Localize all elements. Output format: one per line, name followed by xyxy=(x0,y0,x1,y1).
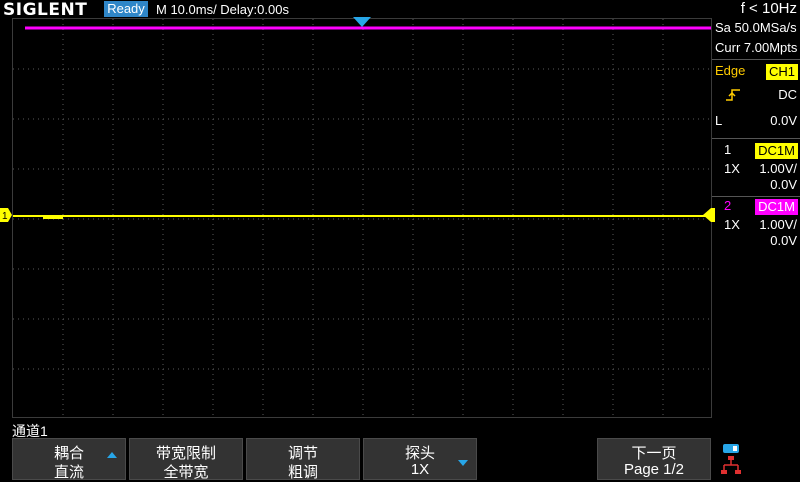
ch1-scale: 1.00V/ xyxy=(759,161,797,176)
next-page-softkey[interactable]: 下一页 Page 1/2 xyxy=(597,438,711,480)
probe-softkey[interactable]: 探头 1X xyxy=(363,438,477,480)
down-arrow-icon xyxy=(458,460,468,466)
panel-divider xyxy=(712,196,800,197)
ch1-number: 1 xyxy=(724,142,732,157)
trigger-info[interactable]: Edge CH1 DC L 0.0V xyxy=(712,61,800,136)
trigger-source-badge: CH1 xyxy=(765,64,798,80)
softkey-value: 直流 xyxy=(53,464,84,481)
ch2-header-row: 2 DC1M xyxy=(712,198,800,216)
trace-layer xyxy=(13,26,711,219)
coupling-softkey[interactable]: 耦合 直流 xyxy=(12,438,126,481)
ch1-header-row: 1 DC1M xyxy=(712,142,800,160)
ch1-offset-row: 0.0V xyxy=(712,177,800,195)
ch2-number: 2 xyxy=(724,198,732,213)
trigger-level: 0.0V xyxy=(770,113,797,128)
trigger-type: Edge xyxy=(715,63,746,78)
sample-rate-row: Sa 50.0MSa/s xyxy=(712,20,800,38)
brand-logo: SIGLENT xyxy=(3,0,88,20)
ch1-offset-marker[interactable]: 1 xyxy=(0,208,12,222)
trigger-position-marker[interactable] xyxy=(353,17,371,27)
sample-rate: Sa 50.0MSa/s xyxy=(715,20,797,35)
softkey-value: 粗调 xyxy=(287,464,318,481)
ch2-offset-row: 0.0V xyxy=(712,233,800,251)
ch1-probe: 1X xyxy=(724,161,740,176)
softkey-label: 下一页 xyxy=(631,445,677,462)
rising-edge-icon xyxy=(726,89,740,101)
trigger-coupling: DC xyxy=(778,87,797,102)
waveform-display[interactable] xyxy=(12,18,712,418)
trigger-slope-row: DC xyxy=(712,87,800,105)
ch2-offset: 0.0V xyxy=(770,233,797,248)
softkey-label: 调节 xyxy=(287,445,318,462)
up-arrow-icon xyxy=(107,452,117,458)
trigger-level-label: L xyxy=(715,113,723,128)
network-status-icon xyxy=(721,444,741,474)
bandwidth-limit-softkey[interactable]: 带宽限制 全带宽 xyxy=(129,438,243,481)
ch2-probe: 1X xyxy=(724,217,740,232)
ch2-scale: 1.00V/ xyxy=(759,217,797,232)
timebase-readout: M 10.0ms/ Delay:0.00s xyxy=(156,2,289,17)
softkey-value: Page 1/2 xyxy=(623,461,685,478)
memory-depth-row: Curr 7.00Mpts xyxy=(712,40,800,58)
acquisition-status-badge: Ready xyxy=(104,1,148,17)
softkey-label: 带宽限制 xyxy=(155,445,216,462)
ch1-info[interactable]: 1 DC1M 1X 1.00V/ 0.0V xyxy=(712,142,800,198)
frequency-counter-readout: f < 10Hz xyxy=(740,0,797,17)
softkey-value: 全带宽 xyxy=(163,464,209,481)
trigger-level-row: L 0.0V xyxy=(712,113,800,131)
ch2-coupling-badge: DC1M xyxy=(755,199,798,215)
ch1-marker-label: 1 xyxy=(2,211,8,222)
memory-depth: Curr 7.00Mpts xyxy=(715,40,798,55)
top-status-bar: SIGLENT Ready M 10.0ms/ Delay:0.00s f < … xyxy=(0,0,800,20)
ch1-coupling-badge: DC1M xyxy=(755,143,798,159)
ch1-offset: 0.0V xyxy=(770,177,797,192)
adjust-softkey[interactable]: 调节 粗调 xyxy=(246,438,360,481)
trigger-type-row: Edge CH1 xyxy=(712,63,800,81)
panel-divider xyxy=(712,59,800,60)
ch2-info[interactable]: 2 DC1M 1X 1.00V/ 0.0V xyxy=(712,198,800,254)
panel-divider xyxy=(712,138,800,139)
